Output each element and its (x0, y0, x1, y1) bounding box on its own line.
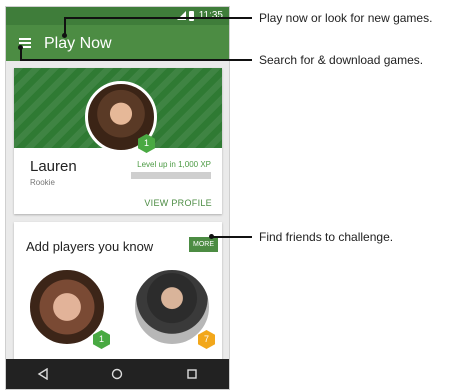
callout-search-text: Search for & download games. (259, 53, 424, 67)
status-time: 11:35 (198, 10, 223, 21)
back-icon[interactable] (33, 364, 53, 384)
app-title: Play Now (44, 35, 112, 52)
callout-menu-text: Play now or look for new games. (259, 11, 433, 25)
level-up-text: Level up in 1,000 XP (137, 160, 211, 169)
navigation-bar (6, 359, 229, 389)
callout-line (64, 17, 252, 19)
callout-dot (18, 45, 23, 50)
app-bar: Play Now (6, 25, 229, 61)
callout-line (211, 236, 252, 238)
profile-card: 1 Lauren Rookie Level up in 1,000 XP VIE… (14, 68, 222, 214)
add-players-title: Add players you know (26, 239, 154, 254)
callout-line (20, 59, 252, 61)
callout-dot (62, 33, 67, 38)
status-bar: 11:35 (6, 7, 229, 25)
recents-icon[interactable] (182, 364, 202, 384)
phone-screen: 11:35 Play Now 1 Lauren Rookie Level up … (5, 6, 230, 390)
battery-icon (188, 10, 194, 21)
add-players-card: Add players you know MORE 1 7 (14, 222, 222, 362)
xp-progress-bar (131, 172, 211, 179)
profile-rank: Rookie (30, 178, 55, 187)
view-profile-button[interactable]: VIEW PROFILE (144, 198, 212, 208)
callout-dot (209, 234, 214, 239)
more-button[interactable]: MORE (189, 237, 218, 252)
profile-name: Lauren (30, 158, 77, 175)
home-icon[interactable] (107, 364, 127, 384)
callout-more-text: Find friends to challenge. (259, 230, 394, 244)
